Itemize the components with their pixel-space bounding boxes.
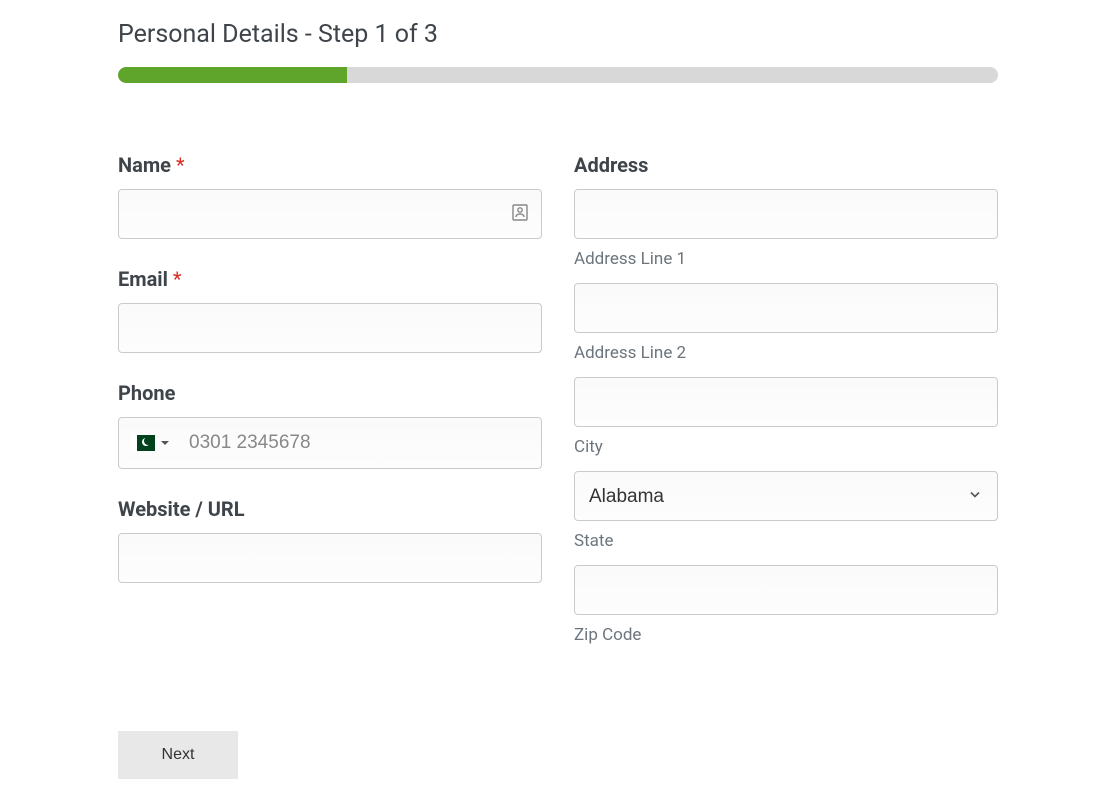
phone-input[interactable] <box>179 418 541 468</box>
address-line1-sublabel: Address Line 1 <box>574 249 998 269</box>
city-sublabel: City <box>574 437 998 457</box>
address-line1-input[interactable] <box>574 189 998 239</box>
progress-fill <box>118 67 347 83</box>
city-input[interactable] <box>574 377 998 427</box>
state-sublabel: State <box>574 531 998 551</box>
progress-bar <box>118 67 998 83</box>
pakistan-flag-icon <box>131 435 155 451</box>
zip-input[interactable] <box>574 565 998 615</box>
phone-label: Phone <box>118 381 542 405</box>
required-star: * <box>176 153 185 177</box>
phone-field-wrapper <box>118 417 542 469</box>
address-label: Address <box>574 153 998 177</box>
email-label-text: Email <box>118 267 168 291</box>
name-input[interactable] <box>118 189 542 239</box>
address-line2-sublabel: Address Line 2 <box>574 343 998 363</box>
chevron-down-icon <box>161 441 169 445</box>
country-flag-selector[interactable] <box>119 435 179 451</box>
name-label: Name * <box>118 153 542 177</box>
state-select[interactable]: Alabama <box>574 471 998 521</box>
website-label: Website / URL <box>118 497 542 521</box>
page-title: Personal Details - Step 1 of 3 <box>118 20 998 49</box>
website-input[interactable] <box>118 533 542 583</box>
email-label: Email * <box>118 267 542 291</box>
name-label-text: Name <box>118 153 171 177</box>
zip-sublabel: Zip Code <box>574 625 998 645</box>
required-star: * <box>173 267 182 291</box>
email-input[interactable] <box>118 303 542 353</box>
next-button[interactable]: Next <box>118 731 238 779</box>
address-line2-input[interactable] <box>574 283 998 333</box>
